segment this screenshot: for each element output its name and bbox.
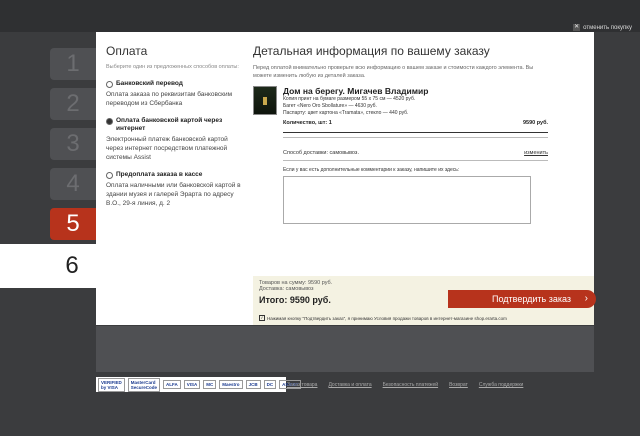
step-6: 6 bbox=[65, 252, 79, 279]
mastercard-securecode-logo: MasterCard SecureCode bbox=[127, 377, 161, 392]
step-3: 3 bbox=[50, 128, 96, 160]
cancel-purchase-link[interactable]: ✕ отменить покупку bbox=[573, 24, 632, 31]
step-5: 5 bbox=[50, 208, 96, 240]
step-4: 4 bbox=[50, 168, 96, 200]
radio-prepay-cashier[interactable] bbox=[106, 172, 113, 179]
footer-link-return[interactable]: Возврат bbox=[449, 382, 468, 388]
product-line-frame: Багет «Nero Oro Sbollature» — 4630 руб. bbox=[283, 103, 377, 109]
details-title: Детальная информация по вашему заказу bbox=[253, 44, 490, 58]
payment-option-bank-transfer[interactable]: Банковский перевод Оплата заказа по рекв… bbox=[106, 80, 242, 108]
verified-by-visa-logo: VERIFIED by VISA bbox=[98, 377, 125, 392]
payment-option-card-online[interactable]: Оплата банковской картой через интернет … bbox=[106, 117, 242, 162]
cancel-purchase-label: отменить покупку bbox=[583, 24, 632, 31]
quantity-price: 9590 руб. bbox=[522, 120, 548, 126]
option-desc: Оплата заказа по реквизитам банковским п… bbox=[106, 91, 233, 107]
shipping-info: Доставка: самовывоз bbox=[259, 286, 314, 292]
change-delivery-link[interactable]: изменить bbox=[524, 150, 548, 156]
product-row: Дом на берегу. Мигачев Владимир Копия пр… bbox=[253, 86, 548, 224]
footer-link-support[interactable]: Служба поддержки bbox=[479, 382, 524, 388]
footer-bar bbox=[96, 326, 594, 372]
payment-section: Оплата Выберите один из предложенных спо… bbox=[106, 44, 242, 208]
comment-label: Если у вас есть дополнительные комментар… bbox=[283, 167, 460, 173]
footer-link-security[interactable]: Безопасность платежей bbox=[383, 382, 438, 388]
option-title: Предоплата заказа в кассе bbox=[116, 171, 203, 178]
diners-club-logo: DC bbox=[263, 380, 277, 389]
footer-link-delivery[interactable]: Доставка и оплата bbox=[328, 382, 371, 388]
confirm-order-button[interactable]: Подтвердить заказ bbox=[448, 290, 596, 308]
payment-option-prepay-cashier[interactable]: Предоплата заказа в кассе Оплата наличны… bbox=[106, 171, 242, 208]
footer-links: Заказ товара Доставка и оплата Безопасно… bbox=[287, 382, 523, 388]
top-bar bbox=[0, 0, 640, 32]
comment-textarea[interactable] bbox=[283, 176, 531, 224]
agree-text: Нажимая кнопку "Подтвердить заказ", я пр… bbox=[267, 315, 507, 321]
maestro-logo: Maestro bbox=[219, 380, 243, 389]
footer-link-order[interactable]: Заказ товара bbox=[287, 382, 317, 388]
divider bbox=[283, 137, 548, 138]
divider bbox=[283, 160, 548, 161]
radio-bank-transfer[interactable] bbox=[106, 81, 113, 88]
step-1: 1 bbox=[50, 48, 96, 80]
quantity-label: Количество, шт: 1 bbox=[283, 120, 332, 126]
radio-card-online[interactable] bbox=[106, 118, 113, 125]
option-title: Банковский перевод bbox=[116, 80, 183, 87]
details-subtitle: Перед оплатой внимательно проверьте всю … bbox=[253, 65, 534, 79]
details-section: Детальная информация по вашему заказу Пе… bbox=[253, 44, 548, 224]
payment-logos: VERIFIED by VISA MasterCard SecureCode A… bbox=[96, 377, 302, 392]
order-panel: Оплата Выберите один из предложенных спо… bbox=[96, 32, 596, 325]
jcb-logo: JCB bbox=[245, 380, 261, 389]
alfa-bank-logo: ALFA bbox=[163, 380, 181, 389]
summary-bar: Товаров на сумму: 9590 руб. Доставка: са… bbox=[253, 276, 596, 325]
close-icon: ✕ bbox=[573, 24, 581, 31]
visa-logo: VISA bbox=[183, 380, 201, 389]
product-line-passepartout: Паспарту: цвет картона «Tramata», стекло… bbox=[283, 110, 409, 116]
step-6-current: 6 bbox=[0, 244, 96, 288]
mastercard-logo: MC bbox=[203, 380, 217, 389]
option-title: Оплата банковской картой через интернет bbox=[116, 117, 223, 132]
order-total: Итого: 9590 руб. bbox=[259, 295, 331, 305]
product-thumbnail bbox=[253, 86, 277, 115]
step-2: 2 bbox=[50, 88, 96, 120]
divider bbox=[283, 132, 548, 133]
option-desc: Электронный платеж банковской картой чер… bbox=[106, 136, 228, 161]
payment-title: Оплата bbox=[106, 44, 148, 58]
payment-subtitle: Выберите один из предложенных способов о… bbox=[106, 64, 239, 70]
product-title: Дом на берегу. Мигачев Владимир bbox=[283, 86, 429, 96]
agree-checkbox[interactable]: ✓ bbox=[259, 315, 265, 321]
product-line-print: Копия принт на бумаге размером 55 х 75 с… bbox=[283, 96, 416, 102]
option-desc: Оплата наличными или банковской картой в… bbox=[106, 182, 241, 207]
delivery-method: Способ доставки: самовывоз. bbox=[283, 150, 359, 156]
